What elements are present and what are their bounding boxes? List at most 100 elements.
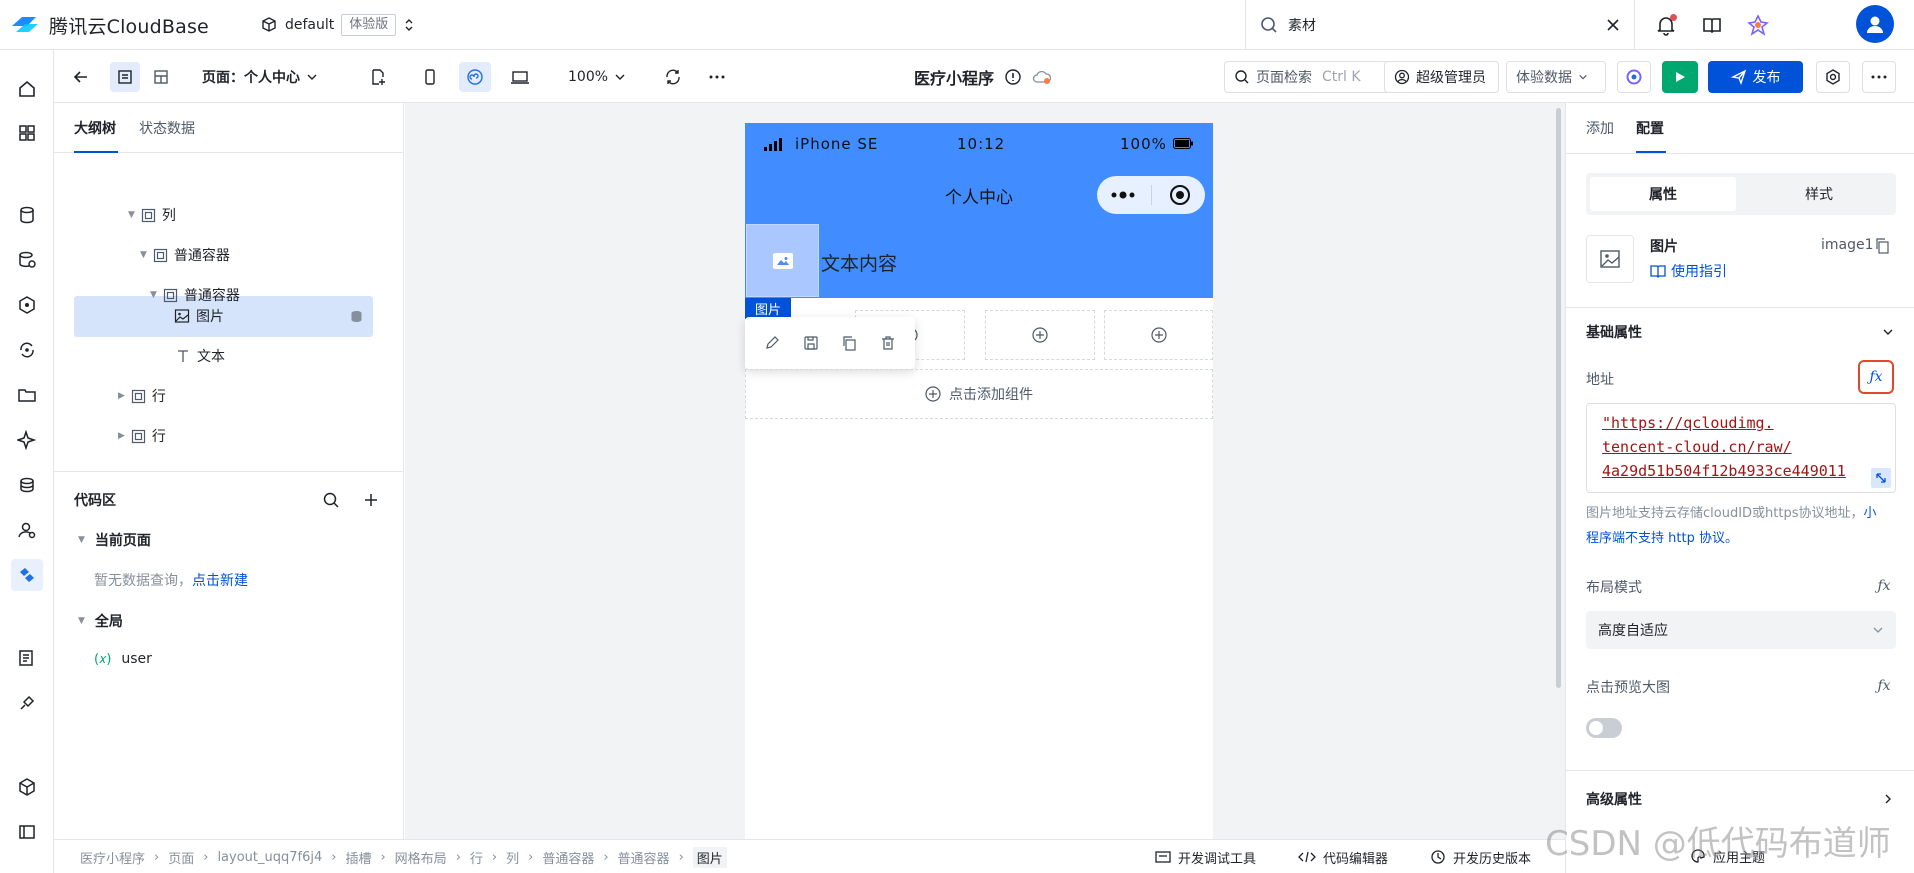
advanced-props-header[interactable]: 高级属性 [1586,789,1642,809]
tab-config[interactable]: 配置 [1636,118,1664,138]
book-icon[interactable] [1701,14,1723,36]
search-icon[interactable] [322,491,340,509]
address-url-input[interactable]: "https://qcloudimg. tencent-cloud.cn/raw… [1586,403,1896,493]
breadcrumb-item[interactable]: 网格布局 [395,848,447,867]
selected-image-component[interactable] [746,224,819,297]
settings-button[interactable] [1816,61,1850,93]
layout-view-button[interactable] [146,62,176,92]
breadcrumb-item[interactable]: 插槽 [345,848,371,867]
user-settings-icon[interactable] [11,514,43,546]
breadcrumb-current[interactable]: 图片 [692,846,727,868]
tab-outline-tree[interactable]: 大纲树 [74,118,116,138]
global-var-user[interactable]: (𝑥) user [94,651,152,667]
component-icon[interactable] [11,771,43,803]
more-dots-icon[interactable] [1111,191,1135,199]
ai-assistant-button[interactable] [1617,61,1651,93]
sparkle-icon[interactable] [11,424,43,456]
tree-node-text[interactable]: 文本 [175,336,225,376]
chevron-right-icon[interactable] [1882,793,1894,805]
env-switcher[interactable]: default 体验版 [260,10,415,40]
lowcode-editor-icon[interactable] [11,559,43,591]
copy-icon[interactable] [1875,238,1890,254]
plus-icon[interactable] [363,492,379,508]
avatar[interactable] [1856,5,1894,43]
miniprogram-device-button[interactable] [459,62,491,92]
apps-grid-icon[interactable] [11,117,43,149]
basic-props-header[interactable]: 基础属性 [1586,322,1642,342]
hexagon-icon[interactable] [11,289,43,321]
page-view-button[interactable] [110,62,140,92]
canvas-scrollbar[interactable] [1556,108,1561,688]
tab-properties[interactable]: 属性 [1590,177,1736,211]
usage-guide-link[interactable]: 使用指引 [1650,261,1727,281]
plugin-icon[interactable] [11,687,43,719]
current-page-group[interactable]: ▼ 当前页面 [78,530,151,550]
home-icon[interactable] [11,73,43,105]
bell-icon[interactable] [1655,13,1677,36]
tree-node-col[interactable]: ▼ 列 [128,195,176,235]
sync-icon[interactable] [11,334,43,366]
breadcrumb-item[interactable]: 列 [506,848,519,867]
layout-mode-select[interactable]: 高度自适应 [1586,611,1896,649]
run-preview-button[interactable] [1662,61,1698,93]
save-icon[interactable] [803,335,819,351]
form-list-icon[interactable] [11,642,43,674]
folder-icon[interactable] [11,379,43,411]
search-input[interactable]: 素材 [1288,15,1606,35]
grid-cell-add[interactable] [985,310,1095,360]
data-mode-select[interactable]: 体验数据 [1506,61,1606,93]
tree-node-row[interactable]: ▶ 行 [118,416,166,456]
preview-fx-button[interactable]: ƒx [1873,675,1895,697]
address-fx-button[interactable]: ƒx [1858,360,1894,394]
desktop-device-button[interactable] [505,62,535,92]
code-editor-button[interactable]: 代码编辑器 [1298,840,1388,873]
tab-style[interactable]: 样式 [1746,177,1892,211]
breadcrumb-item[interactable]: 普通容器 [542,848,594,867]
tab-add[interactable]: 添加 [1586,118,1614,138]
create-query-link[interactable]: 点击新建 [192,573,248,589]
close-icon[interactable] [1606,18,1620,32]
preview-toggle[interactable] [1586,718,1622,738]
tab-state-data[interactable]: 状态数据 [139,118,195,138]
zoom-selector[interactable]: 100% [568,62,626,92]
data-bind-icon[interactable] [349,309,364,324]
data-model-icon[interactable] [11,244,43,276]
copy-icon[interactable] [841,335,857,351]
refresh-button[interactable] [658,62,688,92]
close-circle-icon[interactable] [1169,184,1191,206]
grid-cell-add[interactable] [1104,310,1213,360]
global-group[interactable]: ▼ 全局 [78,611,123,631]
text-component[interactable]: 文本内容 [821,249,897,276]
devtools-button[interactable]: 开发调试工具 [1155,840,1256,873]
brand[interactable]: 腾讯云CloudBase [10,8,209,42]
back-button[interactable] [66,62,96,92]
breadcrumb-item[interactable]: 页面 [168,848,194,867]
edit-pencil-icon[interactable] [764,335,780,351]
capsule-menu[interactable] [1097,176,1205,214]
toolbar-more-button[interactable] [1862,61,1896,93]
global-search[interactable]: 素材 [1245,0,1635,49]
tree-node-row[interactable]: ▶ 行 [118,376,166,416]
chevron-down-icon[interactable] [1882,326,1894,338]
tree-node-container[interactable]: ▼ 普通容器 [140,235,230,275]
database-icon[interactable] [11,199,43,231]
breadcrumb-item[interactable]: 行 [470,848,483,867]
breadcrumb-item[interactable]: 医疗小程序 [80,848,145,867]
breadcrumb-item[interactable]: 普通容器 [618,848,670,867]
breadcrumb-item[interactable]: layout_uqq7f6j4 [217,850,322,865]
publish-button[interactable]: 发布 [1708,61,1803,93]
mobile-device-button[interactable] [415,62,445,92]
admin-role-button[interactable]: 超级管理员 [1384,61,1499,93]
tree-node-image-selected[interactable]: 图片 [174,296,364,336]
colorful-logo-icon[interactable] [1747,13,1769,36]
page-selector[interactable]: 页面：个人中心 [202,62,318,92]
expand-editor-button[interactable] [1871,468,1891,488]
add-component-area[interactable]: 点击添加组件 [745,369,1213,419]
cloud-status-icon[interactable] [1032,69,1052,85]
delete-icon[interactable] [880,335,896,351]
add-page-button[interactable] [363,62,393,92]
collapse-sidebar-icon[interactable] [11,816,43,848]
info-icon[interactable] [1004,68,1022,86]
more-button[interactable] [702,62,732,92]
storage-icon[interactable] [11,469,43,501]
